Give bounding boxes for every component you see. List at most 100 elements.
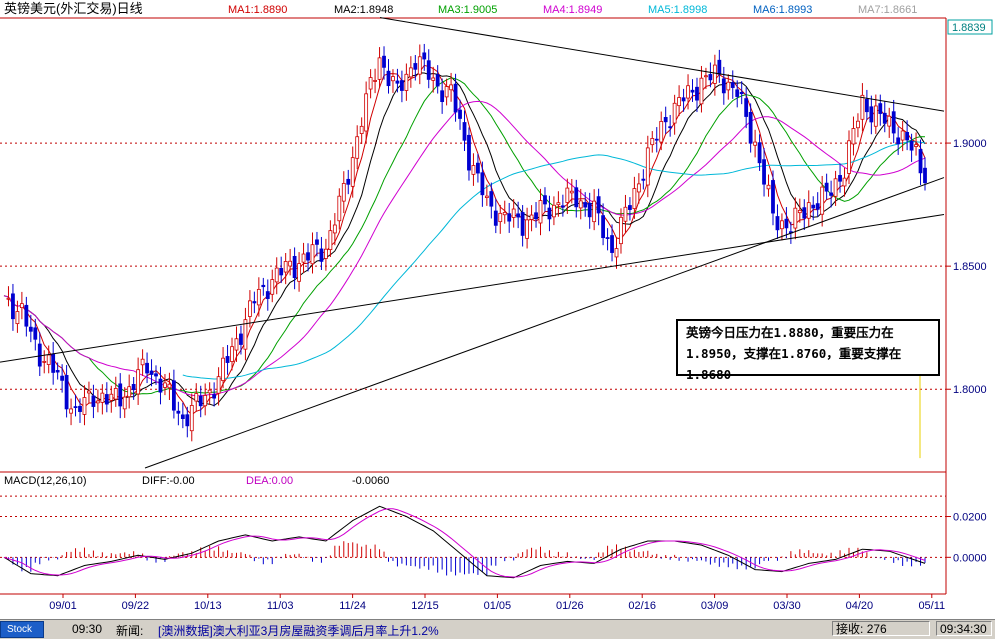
candle-body [578,200,583,209]
candle-body [337,195,342,222]
volume-field: 接收: 276 [832,621,930,636]
news-label: 新闻: [116,624,144,638]
time-tick-label: 01/05 [484,600,512,612]
candle-body [95,400,100,404]
candle-body [864,98,869,113]
candle-body [122,396,127,410]
candle-body [887,115,892,127]
candle-body [364,93,369,132]
candle-body [42,360,47,363]
candle-body [802,207,807,219]
candle-body [19,303,24,309]
candle-body [811,204,816,209]
macd-diff: DIFF:-0.00 [142,475,195,487]
candle-body [319,248,324,262]
candle-body [856,120,860,129]
candle-body [78,405,82,412]
candle-body [203,395,208,407]
candle-body [444,86,449,98]
candle-body [771,180,775,214]
candle-body [686,85,690,99]
candle-body [730,82,735,88]
candle-body [909,140,914,151]
macd-tick-label: 0.0200 [953,512,987,524]
candle-body [829,192,834,196]
ma-legend-item: MA3:1.9005 [438,4,497,16]
candle-body [842,177,847,187]
candle-body [891,111,896,134]
candle-body [748,111,753,144]
candle-body [601,215,605,239]
candle-body [212,394,217,399]
candle-body [896,137,901,145]
candle-body [663,117,668,123]
candle-body [55,370,60,373]
ma-legend-item: MA6:1.8993 [753,4,812,16]
candle-body [739,91,744,95]
candle-body [484,195,489,199]
candle-body [516,213,521,218]
candle-body [46,354,51,365]
candle-body [449,84,453,91]
candle-body [234,338,239,351]
ma-legend-item: MA5:1.8998 [648,4,707,16]
candle-body [507,213,512,222]
candle-body [247,300,252,317]
candle-body [73,406,78,409]
candle-body [400,80,404,91]
candle-body [315,239,319,245]
candle-body [766,184,771,190]
candle-body [820,186,825,215]
candle-body [163,382,167,388]
candle-body [923,167,927,184]
candle-body [735,89,740,97]
candle-body [180,414,185,419]
news-ticker[interactable]: [澳洲数据]澳大利亚3月房屋融资季调后月率上升1.2% [158,622,439,639]
status-time: 09:30 [72,622,103,636]
candle-body [882,112,887,124]
candle-body [328,230,333,250]
candle-body [189,405,194,432]
candle-body [900,130,905,141]
candle-body [230,346,234,362]
candle-body [391,76,395,82]
candle-body [216,376,221,394]
candle-body [462,122,467,141]
candle-body [614,248,619,258]
last-price-tag: 1.8839 [947,19,993,35]
annotation-line-1: 英镑今日压力在1.8880，重要压力在 [686,325,894,340]
candle-body [695,86,699,101]
candle-body [417,56,422,75]
candle-body [395,80,400,84]
candle-body [784,218,789,229]
last-price-label: 1.8839 [952,22,986,34]
candle-body [373,80,377,82]
candle-body [33,327,38,340]
candle-body [87,390,91,394]
candle-body [699,77,704,105]
candle-body [6,297,11,300]
stock-button[interactable]: Stock [0,621,44,638]
candle-body [440,90,445,103]
candle-body [207,389,212,394]
candle-body [359,125,364,134]
candle-body [306,252,310,261]
candle-body [413,63,418,70]
time-tick-label: 05/11 [918,600,945,612]
candle-body [265,291,270,299]
candle-body [869,106,874,123]
candle-body [905,132,910,141]
candle-body [252,301,257,304]
candle-body [431,77,436,81]
candle-body [171,380,176,411]
time-tick-label: 11/24 [339,600,366,612]
ma-legend-item: MA2:1.8948 [334,4,393,16]
candle-body [587,202,592,218]
candle-body [127,386,132,398]
candle-body [726,81,731,91]
candle-body [149,370,154,375]
annotation-line-3: 1.8680 [686,367,732,382]
chart-canvas[interactable]: 英镑美元(外汇交易)日线 MA1:1.8890 MA2:1.8948 MA3:1.9… [0,0,995,619]
time-tick-label: 11/03 [267,600,294,612]
candle-body [198,395,203,407]
